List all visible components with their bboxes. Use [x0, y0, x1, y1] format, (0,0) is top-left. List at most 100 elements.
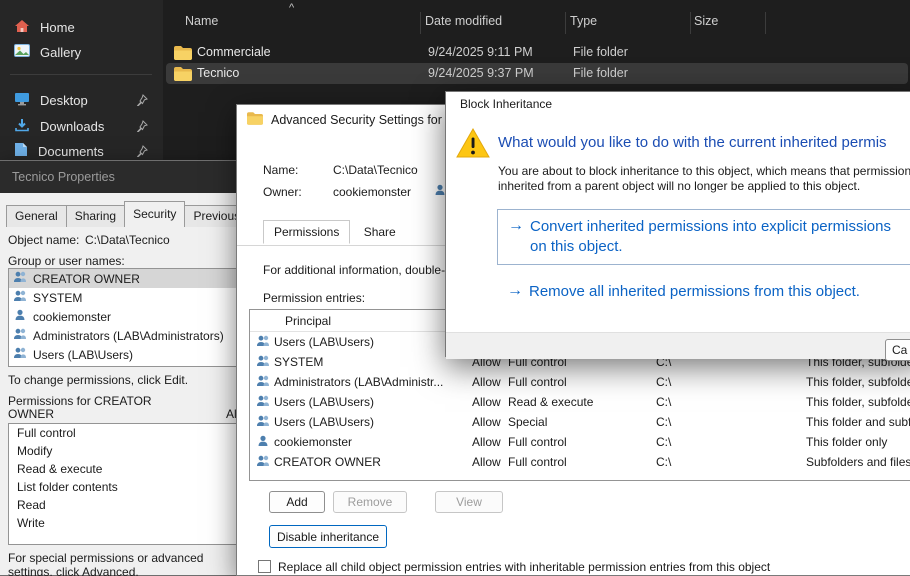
permission-name: Write — [17, 516, 45, 530]
column-divider[interactable] — [690, 12, 691, 34]
column-header-type[interactable]: Type — [570, 14, 597, 28]
sidebar-item-gallery[interactable]: Gallery — [8, 40, 156, 64]
permission-item[interactable]: Write — [9, 514, 245, 532]
group-list-item[interactable]: CREATOR OWNER — [9, 269, 245, 288]
tab-permissions[interactable]: Permissions — [263, 220, 350, 244]
sidebar-item-label: Documents — [38, 144, 104, 159]
gallery-icon — [14, 44, 30, 60]
permission-entry-row[interactable]: CREATOR OWNER Allow Full control C:\ Sub… — [250, 452, 910, 472]
view-button[interactable]: View — [435, 491, 503, 513]
file-row-commerciale[interactable]: Commerciale 9/24/2025 9:11 PM File folde… — [166, 42, 908, 63]
sidebar-item-label: Gallery — [40, 45, 81, 60]
dialog-title-bar: Block Inheritance — [446, 92, 910, 116]
folder-icon — [174, 46, 192, 63]
column-divider[interactable] — [420, 12, 421, 34]
group-icon — [256, 455, 270, 470]
group-icon — [13, 347, 27, 362]
desktop-icon — [14, 92, 30, 109]
group-icon — [13, 328, 27, 343]
entry-principal: Administrators (LAB\Administr... — [274, 375, 443, 389]
replace-permissions-label: Replace all child object permission entr… — [278, 560, 770, 574]
cancel-button[interactable]: Ca — [885, 339, 910, 361]
entry-access: Special — [508, 415, 547, 429]
file-date: 9/24/2025 9:37 PM — [428, 66, 534, 80]
column-header-date-modified[interactable]: Date modified — [425, 14, 502, 28]
pin-icon — [136, 120, 148, 132]
entry-applies-to: This folder, subfolde — [806, 395, 910, 409]
sidebar-item-label: Downloads — [40, 119, 104, 134]
file-type: File folder — [573, 45, 628, 59]
permission-entry-row[interactable]: Users (LAB\Users) Allow Special C:\ This… — [250, 412, 910, 432]
replace-permissions-checkbox[interactable] — [258, 560, 271, 573]
sidebar-item-downloads[interactable]: Downloads — [8, 114, 156, 138]
permission-entry-row[interactable]: Users (LAB\Users) Allow Read & execute C… — [250, 392, 910, 412]
entry-principal: Users (LAB\Users) — [274, 395, 374, 409]
group-list-item[interactable]: Users (LAB\Users) — [9, 345, 245, 364]
sidebar-item-label: Desktop — [40, 93, 88, 108]
dialog-title: Block Inheritance — [460, 97, 552, 111]
entry-type: Allow — [472, 395, 501, 409]
permission-entry-row[interactable]: cookiemonster Allow Full control C:\ Thi… — [250, 432, 910, 452]
group-icon — [256, 415, 270, 430]
properties-dialog: Tecnico Properties GeneralSharingSecurit… — [0, 160, 256, 576]
disable-inheritance-button[interactable]: Disable inheritance — [269, 525, 387, 548]
column-header-size[interactable]: Size — [694, 14, 718, 28]
permission-item[interactable]: List folder contents — [9, 478, 245, 496]
arrow-icon: → — [508, 217, 524, 235]
column-divider[interactable] — [565, 12, 566, 34]
group-icon — [256, 395, 270, 410]
group-icon — [256, 375, 270, 390]
pin-icon — [136, 94, 148, 106]
group-list-item[interactable]: Administrators (LAB\Administrators) — [9, 326, 245, 345]
permissions-for-label-line2: OWNER — [8, 407, 54, 421]
list-header-principal[interactable]: Principal — [285, 314, 331, 328]
remove-permissions-command-link[interactable]: → Remove all inherited permissions from … — [497, 278, 910, 308]
name-value: C:\Data\Tecnico — [333, 163, 418, 177]
add-button[interactable]: Add — [269, 491, 325, 513]
group-list-item[interactable]: cookiemonster — [9, 307, 245, 326]
tab-general[interactable]: General — [6, 205, 67, 227]
permission-name: Modify — [17, 444, 52, 458]
object-name-label: Object name: — [8, 233, 79, 247]
pin-icon — [136, 145, 148, 157]
entry-principal: Users (LAB\Users) — [274, 335, 374, 349]
entry-type: Allow — [472, 415, 501, 429]
tab-share[interactable]: Share — [354, 221, 406, 243]
permission-item[interactable]: Modify — [9, 442, 245, 460]
permission-item[interactable]: Read & execute — [9, 460, 245, 478]
group-icon — [256, 335, 270, 350]
block-inheritance-dialog: Block Inheritance What would you like to… — [445, 91, 910, 357]
additional-info-text: For additional information, double- — [263, 263, 445, 277]
home-icon — [14, 19, 30, 36]
sidebar-item-desktop[interactable]: Desktop — [8, 88, 156, 112]
remove-permissions-label: Remove all inherited permissions from th… — [529, 283, 860, 300]
tab-sharing[interactable]: Sharing — [66, 205, 125, 227]
body-text-line2: inherited from a parent object will no l… — [498, 179, 860, 193]
name-label: Name: — [263, 163, 298, 177]
sort-ascending-icon[interactable]: ^ — [289, 2, 294, 14]
advanced-hint-text: For special permissions or advanced sett… — [8, 551, 236, 576]
permission-entry-row[interactable]: Administrators (LAB\Administr... Allow F… — [250, 372, 910, 392]
file-name: Commerciale — [197, 45, 271, 59]
entry-type: Allow — [472, 375, 501, 389]
entry-principal: CREATOR OWNER — [274, 455, 381, 469]
column-divider[interactable] — [765, 12, 766, 34]
convert-permissions-command-link[interactable]: → Convert inherited permissions into exp… — [497, 209, 910, 265]
group-or-user-names-label: Group or user names: — [8, 254, 125, 268]
column-header-name[interactable]: Name — [185, 14, 218, 28]
permission-item[interactable]: Full control — [9, 424, 245, 442]
file-type: File folder — [573, 66, 628, 80]
group-icon — [13, 290, 27, 305]
tab-security[interactable]: Security — [124, 201, 185, 225]
permissions-list: Full control Modify Read & execute List … — [8, 423, 246, 545]
dialog-title: Advanced Security Settings for Te — [271, 113, 458, 127]
remove-button[interactable]: Remove — [333, 491, 407, 513]
permission-name: Full control — [17, 426, 76, 440]
sidebar-item-home[interactable]: Home — [8, 15, 156, 39]
owner-value: cookiemonster — [333, 185, 411, 199]
file-row-tecnico[interactable]: Tecnico 9/24/2025 9:37 PM File folder — [166, 63, 908, 84]
file-date: 9/24/2025 9:11 PM — [428, 45, 533, 59]
group-list-item[interactable]: SYSTEM — [9, 288, 245, 307]
permission-item[interactable]: Read — [9, 496, 245, 514]
folder-icon — [174, 67, 192, 84]
